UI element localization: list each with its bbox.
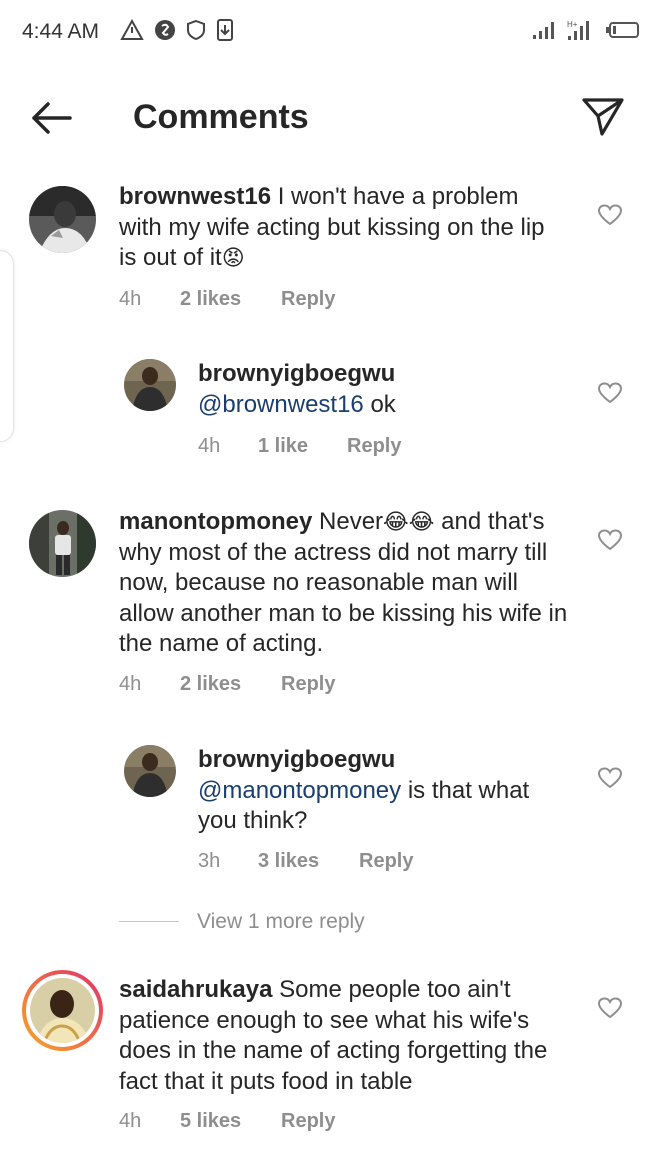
reply-likes[interactable]: 3 likes	[258, 850, 319, 873]
avatar-story-ring[interactable]	[22, 970, 103, 1051]
reply-button[interactable]: Reply	[347, 435, 401, 458]
heart-icon[interactable]	[597, 528, 623, 552]
reply-time: 3h	[198, 850, 221, 872]
reply-time: 4h	[198, 435, 221, 457]
status-notification-icons	[120, 18, 234, 42]
comment-username[interactable]: saidahrukaya	[119, 976, 272, 1003]
comment-text: saidahrukaya Some people too ain't patie…	[119, 975, 574, 1097]
warning-triangle-icon	[120, 19, 144, 40]
reply-button[interactable]: Reply	[359, 850, 413, 873]
reply-button[interactable]: Reply	[281, 288, 335, 311]
svg-text:H+: H+	[567, 20, 578, 29]
avatar[interactable]	[29, 186, 96, 253]
reply-username[interactable]: brownyigboegwu	[198, 359, 568, 390]
comment-likes[interactable]: 5 likes	[180, 1110, 241, 1133]
reply-body: ok	[363, 390, 396, 418]
reply-likes[interactable]: 1 like	[258, 435, 308, 458]
status-bar: 4:44 AM H+	[0, 0, 662, 64]
download-icon	[217, 19, 233, 41]
shield-icon	[187, 19, 205, 41]
comment-body: Never	[312, 508, 384, 535]
reply-button[interactable]: Reply	[281, 673, 335, 696]
comment-time: 4h	[119, 673, 142, 695]
signal-icon	[533, 22, 554, 39]
comments-header: Comments	[0, 80, 662, 156]
comment-username[interactable]: brownwest16	[119, 183, 271, 210]
comment-username[interactable]: manontopmoney	[119, 508, 312, 535]
divider	[119, 921, 179, 922]
heart-icon[interactable]	[597, 203, 623, 227]
mention-link[interactable]: @brownwest16	[198, 391, 364, 418]
avatar[interactable]	[124, 745, 176, 797]
signal-icon: H+	[567, 20, 589, 40]
arrow-left-icon[interactable]	[26, 96, 76, 140]
shazam-icon	[155, 20, 175, 40]
reply-text: brownyigboegwu @manontopmoney is that wh…	[198, 745, 568, 837]
laughing-emoji: 😂😂	[383, 509, 435, 534]
avatar[interactable]	[124, 359, 176, 411]
comment-likes[interactable]: 2 likes	[180, 673, 241, 696]
heart-icon[interactable]	[597, 996, 623, 1020]
mention-link[interactable]: @manontopmoney	[198, 777, 401, 804]
heart-icon[interactable]	[597, 766, 623, 790]
battery-icon	[606, 22, 639, 38]
comment-time: 4h	[119, 288, 142, 310]
status-system-icons: H+	[532, 18, 640, 42]
reply-text: brownyigboegwu @brownwest16 ok	[198, 359, 568, 420]
reply-username[interactable]: brownyigboegwu	[198, 745, 568, 776]
page-title: Comments	[133, 98, 309, 136]
comment-likes[interactable]: 2 likes	[180, 288, 241, 311]
avatar[interactable]	[29, 510, 96, 577]
comment-time: 4h	[119, 1110, 142, 1132]
paper-plane-icon[interactable]	[580, 94, 626, 140]
avatar	[26, 974, 99, 1047]
angry-emoji: 😡	[221, 245, 245, 270]
edge-panel-handle[interactable]	[0, 250, 14, 442]
heart-icon[interactable]	[597, 381, 623, 405]
status-time: 4:44 AM	[22, 20, 100, 43]
comment-text: manontopmoney Never😂😂 and that's why mos…	[119, 507, 574, 660]
comment-text: brownwest16 I won't have a problem with …	[119, 182, 564, 274]
view-more-replies-label[interactable]: View 1 more reply	[197, 910, 365, 934]
reply-button[interactable]: Reply	[281, 1110, 335, 1133]
